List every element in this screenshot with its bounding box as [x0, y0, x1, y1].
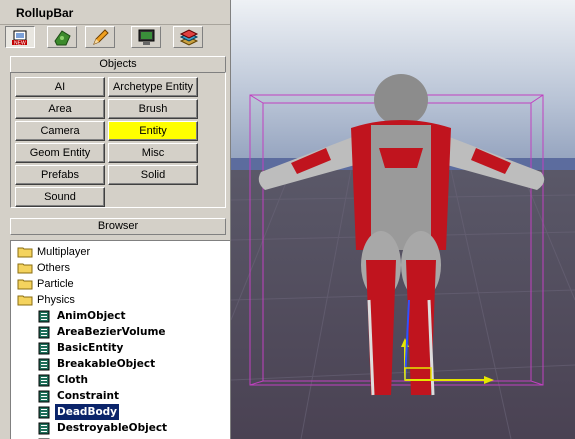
- display-tab-button[interactable]: [131, 26, 161, 48]
- camera-button[interactable]: Camera: [15, 121, 105, 141]
- archetype-entity-button[interactable]: Archetype Entity: [108, 77, 198, 97]
- entity-script-icon: [38, 342, 50, 355]
- browser-section-header[interactable]: Browser: [10, 218, 226, 235]
- folder-icon: [17, 263, 33, 274]
- entity-script-icon: [38, 358, 50, 371]
- monitor-icon: [138, 29, 155, 45]
- character-head: [374, 74, 428, 126]
- entity-script-icon: [38, 390, 50, 403]
- pencil-icon: [93, 29, 109, 45]
- folder-icon: [17, 279, 33, 290]
- entity-script-icon: [38, 310, 50, 323]
- prefabs-button[interactable]: Prefabs: [15, 165, 105, 185]
- entity-script-icon: [38, 406, 50, 419]
- sound-button[interactable]: Sound: [15, 187, 105, 207]
- rollup-title-bar: RollupBar: [0, 0, 230, 25]
- perspective-viewport[interactable]: [231, 0, 575, 439]
- solid-button[interactable]: Solid: [108, 165, 198, 185]
- misc-button[interactable]: Misc: [108, 143, 198, 163]
- rollup-bar-panel: RollupBar NEW Objects AI Archetype Entit…: [0, 0, 231, 439]
- svg-text:NEW: NEW: [14, 41, 26, 47]
- area-button[interactable]: Area: [15, 99, 105, 119]
- modify-tab-button[interactable]: [85, 26, 115, 48]
- terrain-tab-button[interactable]: [47, 26, 77, 48]
- entity-script-icon: [38, 374, 50, 387]
- folder-open-icon: [17, 295, 33, 306]
- ai-button[interactable]: AI: [15, 77, 105, 97]
- rollup-title: RollupBar: [16, 6, 74, 20]
- entity-script-icon: [38, 422, 50, 435]
- terrain-tab-icon: [54, 30, 71, 46]
- viewport-scene: [231, 0, 575, 439]
- objects-tab-button[interactable]: NEW: [5, 26, 35, 48]
- layers-tab-button[interactable]: [173, 26, 203, 48]
- brush-button[interactable]: Brush: [108, 99, 198, 119]
- objects-tab-icon: NEW: [12, 30, 27, 47]
- entity-script-icon: [38, 326, 50, 339]
- entity-browser-tree[interactable]: Multiplayer Others Particle Physics Anim…: [10, 240, 230, 439]
- objects-button-group: AI Archetype Entity Area Brush Camera En…: [10, 72, 226, 208]
- geom-entity-button[interactable]: Geom Entity: [15, 143, 105, 163]
- folder-icon: [17, 247, 33, 258]
- objects-section-header[interactable]: Objects: [10, 56, 226, 73]
- entity-button[interactable]: Entity: [108, 121, 198, 141]
- layers-icon: [179, 29, 199, 46]
- rollup-tab-toolbar: NEW: [0, 25, 230, 51]
